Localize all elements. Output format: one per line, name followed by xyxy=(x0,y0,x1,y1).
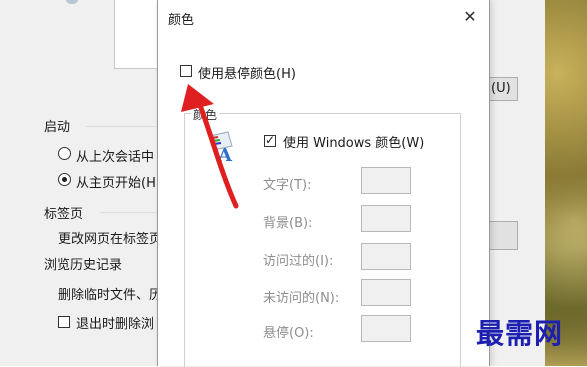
watermark-text: 最需网 xyxy=(476,317,564,350)
